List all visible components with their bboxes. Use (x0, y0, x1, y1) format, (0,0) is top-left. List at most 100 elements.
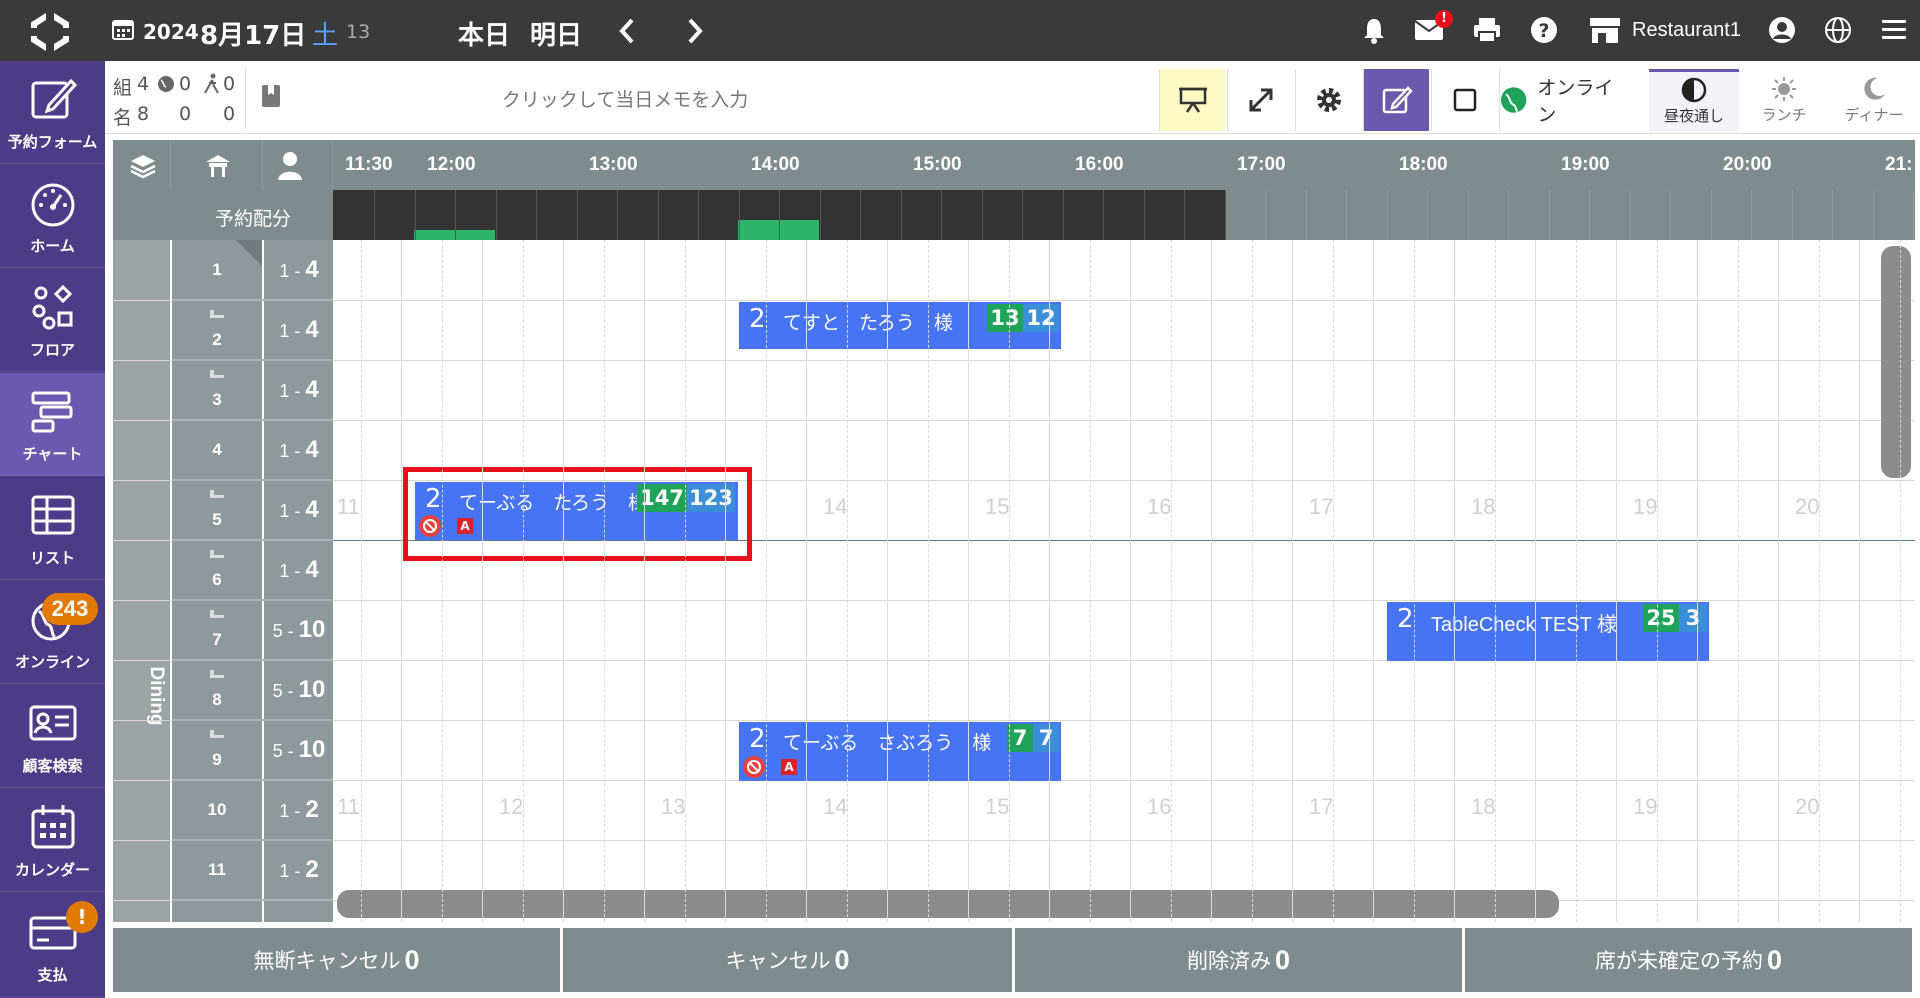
time-label: 13:00 (589, 154, 638, 175)
layers-icon[interactable] (129, 152, 157, 180)
nav-payment[interactable]: 支払 ! (0, 893, 105, 998)
table-seat-icon[interactable] (203, 152, 233, 180)
user-account-icon[interactable] (1768, 16, 1796, 44)
nav-online[interactable]: オンライン 243 (0, 581, 105, 684)
help-icon[interactable]: ? (1530, 16, 1558, 44)
date-year[interactable]: 2024 (143, 20, 199, 44)
quarter-line (441, 240, 443, 922)
calendar-icon[interactable] (112, 18, 134, 40)
menu-icon[interactable] (1880, 18, 1908, 42)
table-number[interactable]: 9 (172, 750, 262, 770)
vertical-scrollbar[interactable] (1881, 246, 1911, 478)
printer-icon[interactable] (1472, 16, 1502, 44)
quarter-line (1413, 240, 1415, 922)
mode-lunch[interactable]: ランチ (1739, 69, 1829, 131)
quarter-line (1575, 240, 1577, 922)
seat-icon (210, 550, 224, 558)
today-button[interactable]: 本日 (458, 15, 510, 52)
hour-line (1535, 240, 1536, 922)
store-icon[interactable] (1588, 15, 1622, 45)
quarter-line (1778, 240, 1779, 922)
nav-calendar[interactable]: カレンダー (0, 789, 105, 892)
allocation-divider (698, 190, 699, 240)
mail-badge: ! (1435, 10, 1453, 28)
day-memo-input[interactable]: クリックして当日メモを入力 (300, 85, 950, 112)
table-number[interactable]: 7 (172, 630, 262, 650)
visit-count-badge: 13 (987, 304, 1023, 332)
table-number[interactable]: 3 (172, 390, 262, 410)
table-number[interactable]: 2 (172, 330, 262, 350)
time-label: 17:00 (1237, 154, 1286, 175)
edit-mode-button[interactable] (1363, 69, 1429, 131)
nav-home[interactable]: ホーム (0, 165, 105, 268)
reservation-block[interactable]: 2 TableCheck TEST 様 25 3 (1387, 602, 1709, 661)
person-icon[interactable] (277, 151, 303, 181)
table-number[interactable]: 6 (172, 570, 262, 590)
groups-walkin: 0 (223, 73, 236, 95)
nav-floor[interactable]: フロア (0, 269, 105, 372)
tab-cancelled[interactable]: キャンセル 0 (563, 928, 1012, 992)
table-number[interactable]: 4 (172, 440, 262, 460)
bell-icon[interactable] (1360, 16, 1388, 44)
quarter-line (1454, 240, 1455, 922)
presentation-button[interactable] (1159, 69, 1225, 131)
time-label: 21: (1885, 154, 1913, 175)
tab-count: 0 (1274, 944, 1291, 975)
reservation-count-badge: 12 (1023, 304, 1059, 332)
nav-chart[interactable]: チャート (0, 373, 105, 476)
table-number[interactable]: 10 (172, 800, 262, 820)
globe-icon[interactable] (1824, 16, 1852, 44)
allocation-divider (617, 190, 618, 240)
table-number[interactable]: 8 (172, 690, 262, 710)
table-number[interactable]: 11 (172, 860, 262, 880)
allocation-divider (1346, 190, 1347, 240)
tab-unassigned-seats[interactable]: 席が未確定の予約 0 (1465, 928, 1912, 992)
chevron-left-icon[interactable] (614, 16, 640, 46)
mode-all-day[interactable]: 昼夜通し (1649, 69, 1739, 131)
quarter-line (1089, 240, 1091, 922)
table-number[interactable]: 1 (172, 260, 262, 280)
mode-dinner[interactable]: ディナー (1829, 69, 1919, 131)
visit-count-badge: 25 (1643, 604, 1679, 632)
settings-button[interactable] (1295, 69, 1361, 131)
tab-count: 0 (1766, 944, 1783, 975)
nav-list[interactable]: リスト (0, 477, 105, 580)
table-number[interactable]: 5 (172, 510, 262, 530)
nav-reservation-form[interactable]: 予約フォーム (0, 61, 105, 164)
chevron-right-icon[interactable] (682, 16, 708, 46)
horizontal-scrollbar[interactable] (337, 890, 1559, 918)
online-toggle[interactable]: オンライン (1499, 69, 1630, 131)
reservation-block[interactable]: 2 てすと たろう 様 13 12 (739, 302, 1061, 349)
memo-divider (245, 69, 246, 129)
table-capacity: 5 - 10 (272, 676, 326, 703)
hour-line (1697, 240, 1698, 922)
allocation-divider (738, 190, 740, 240)
tab-no-show[interactable]: 無断キャンセル 0 (113, 928, 560, 992)
row-divider (113, 720, 1915, 721)
quarter-line (482, 240, 483, 922)
nav-label: チャート (22, 444, 83, 463)
memo-note-icon[interactable] (260, 83, 284, 111)
hour-watermark: 12 (499, 794, 524, 819)
nav-label: フロア (29, 340, 75, 359)
moon-icon (1864, 77, 1885, 100)
allocation-divider (1224, 190, 1226, 240)
time-label: 15:00 (913, 154, 962, 175)
hour-line (563, 240, 564, 922)
restaurant-name[interactable]: Restaurant1 (1632, 19, 1741, 42)
gear-icon (1316, 88, 1341, 112)
expand-button[interactable] (1227, 69, 1293, 131)
date-label[interactable]: 8月17日 (200, 15, 306, 52)
quarter-line (1737, 240, 1739, 922)
app-logo-icon[interactable] (28, 10, 72, 54)
checkbox-toggle[interactable] (1431, 69, 1497, 131)
row-divider-left (172, 719, 333, 721)
tomorrow-button[interactable]: 明日 (530, 15, 582, 52)
hour-watermark: 13 (661, 794, 686, 819)
nav-customer-search[interactable]: 顧客検索 (0, 685, 105, 788)
table-list-icon (31, 495, 74, 534)
reservation-block[interactable]: 2 てーぶる さぶろう 様 7 7 A (739, 722, 1061, 781)
allocation-divider (900, 190, 902, 240)
hour-watermark: 18 (1471, 494, 1496, 519)
tab-deleted[interactable]: 削除済み 0 (1015, 928, 1462, 992)
